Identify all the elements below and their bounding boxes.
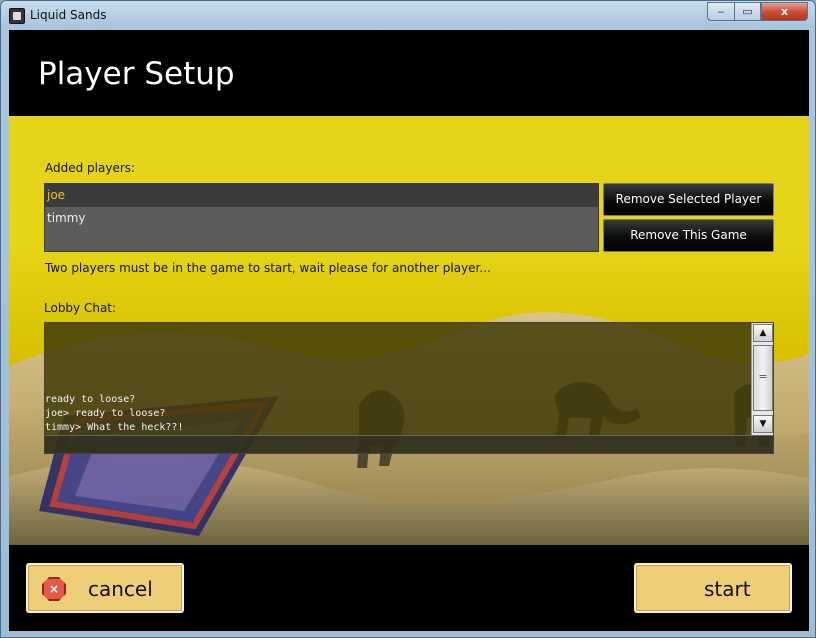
page-title: Player Setup <box>38 56 235 92</box>
lobby-chat-label: Lobby Chat: <box>44 301 117 315</box>
status-message: Two players must be in the game to start… <box>45 261 491 275</box>
scroll-thumb[interactable]: = <box>753 345 773 411</box>
chat-log: ready to loose? joe> ready to loose? tim… <box>45 323 751 435</box>
chat-message: joe> ready to loose? <box>45 408 166 419</box>
player-list[interactable]: joe timmy <box>44 183 599 252</box>
player-list-item-timmy[interactable]: timmy <box>45 207 598 230</box>
minimize-button[interactable]: ‒ <box>707 2 735 21</box>
chat-message: ready to loose? <box>45 394 136 405</box>
player-list-item-joe[interactable]: joe <box>45 184 598 207</box>
desert-scene: Added players: joe timmy Remove Selected… <box>9 116 809 545</box>
added-players-label: Added players: <box>45 161 136 175</box>
chat-scrollbar[interactable]: ▲ = ▼ <box>751 323 773 435</box>
chat-message: timmy> What the heck??! <box>45 422 184 433</box>
header-band: Player Setup <box>9 30 809 116</box>
footer-bar: × cancel start <box>9 545 809 631</box>
start-button-label: start <box>704 577 751 601</box>
scroll-down-arrow-icon[interactable]: ▼ <box>753 415 773 433</box>
remove-this-game-button[interactable]: Remove This Game <box>603 219 774 252</box>
cancel-x-icon: × <box>42 577 66 601</box>
start-button[interactable]: start <box>634 563 792 613</box>
app-icon <box>9 8 25 24</box>
title-bar[interactable]: Liquid Sands ‒ ▭ x <box>1 1 815 29</box>
cancel-button-label: cancel <box>88 577 153 601</box>
close-button[interactable]: x <box>761 2 808 21</box>
application-window: Liquid Sands ‒ ▭ x Player Setup Added pl… <box>0 0 816 638</box>
remove-selected-player-button[interactable]: Remove Selected Player <box>603 183 774 216</box>
scroll-up-arrow-icon[interactable]: ▲ <box>753 324 773 342</box>
game-client-area: Player Setup Added players: joe timmy Re… <box>9 30 809 631</box>
lobby-chat-panel: ready to loose? joe> ready to loose? tim… <box>44 322 774 454</box>
chat-input[interactable] <box>45 435 773 453</box>
cancel-button[interactable]: × cancel <box>26 563 184 613</box>
maximize-button[interactable]: ▭ <box>734 2 761 21</box>
window-title: Liquid Sands <box>30 8 107 22</box>
